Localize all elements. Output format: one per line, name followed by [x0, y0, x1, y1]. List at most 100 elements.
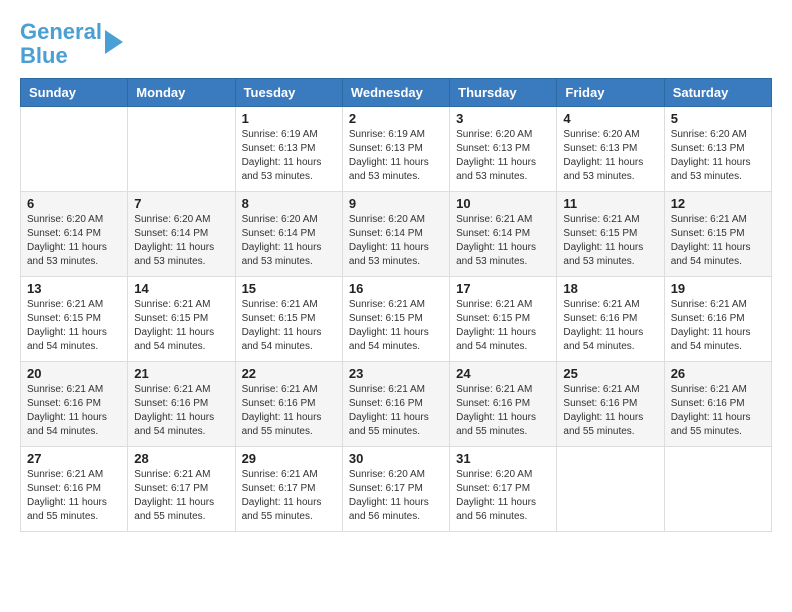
calendar-day-cell: 9 Sunrise: 6:20 AM Sunset: 6:14 PM Daylig…: [342, 192, 449, 277]
day-info: Sunrise: 6:21 AM Sunset: 6:16 PM Dayligh…: [563, 383, 657, 439]
calendar-day-cell: 28 Sunrise: 6:21 AM Sunset: 6:17 PM Dayli…: [128, 447, 235, 532]
weekday-header: Tuesday: [235, 79, 342, 107]
day-info: Sunrise: 6:21 AM Sunset: 6:16 PM Dayligh…: [563, 298, 657, 354]
calendar-day-cell: 6 Sunrise: 6:20 AM Sunset: 6:14 PM Daylig…: [21, 192, 128, 277]
day-number: 11: [563, 196, 657, 211]
day-number: 6: [27, 196, 121, 211]
calendar-day-cell: 5 Sunrise: 6:20 AM Sunset: 6:13 PM Daylig…: [664, 107, 771, 192]
day-number: 24: [456, 366, 550, 381]
calendar-day-cell: 16 Sunrise: 6:21 AM Sunset: 6:15 PM Dayli…: [342, 277, 449, 362]
day-number: 15: [242, 281, 336, 296]
day-info: Sunrise: 6:20 AM Sunset: 6:17 PM Dayligh…: [456, 468, 550, 524]
day-info: Sunrise: 6:20 AM Sunset: 6:17 PM Dayligh…: [349, 468, 443, 524]
day-number: 26: [671, 366, 765, 381]
day-info: Sunrise: 6:21 AM Sunset: 6:16 PM Dayligh…: [242, 383, 336, 439]
page-header: General Blue: [20, 20, 772, 68]
calendar-day-cell: [557, 447, 664, 532]
calendar-day-cell: 30Sunrise: 6:20 AM Sunset: 6:17 PM Dayli…: [342, 447, 449, 532]
day-number: 28: [134, 451, 228, 466]
day-info: Sunrise: 6:21 AM Sunset: 6:15 PM Dayligh…: [349, 298, 443, 354]
calendar-week-row: 13 Sunrise: 6:21 AM Sunset: 6:15 PM Dayli…: [21, 277, 772, 362]
day-number: 4: [563, 111, 657, 126]
day-info: Sunrise: 6:20 AM Sunset: 6:14 PM Dayligh…: [134, 213, 228, 269]
calendar-day-cell: 1 Sunrise: 6:19 AM Sunset: 6:13 PM Daylig…: [235, 107, 342, 192]
calendar-day-cell: 14Sunrise: 6:21 AM Sunset: 6:15 PM Dayli…: [128, 277, 235, 362]
logo: General Blue: [20, 20, 123, 68]
day-number: 13: [27, 281, 121, 296]
calendar-day-cell: 8 Sunrise: 6:20 AM Sunset: 6:14 PM Daylig…: [235, 192, 342, 277]
calendar-day-cell: 24 Sunrise: 6:21 AM Sunset: 6:16 PM Dayli…: [450, 362, 557, 447]
calendar-day-cell: 18 Sunrise: 6:21 AM Sunset: 6:16 PM Dayli…: [557, 277, 664, 362]
calendar-day-cell: 2Sunrise: 6:19 AM Sunset: 6:13 PM Daylig…: [342, 107, 449, 192]
logo-text-line2: Blue: [20, 44, 102, 68]
day-info: Sunrise: 6:21 AM Sunset: 6:16 PM Dayligh…: [27, 468, 121, 524]
day-info: Sunrise: 6:20 AM Sunset: 6:14 PM Dayligh…: [27, 213, 121, 269]
day-number: 1: [242, 111, 336, 126]
day-info: Sunrise: 6:21 AM Sunset: 6:15 PM Dayligh…: [456, 298, 550, 354]
weekday-header: Monday: [128, 79, 235, 107]
calendar-day-cell: 20 Sunrise: 6:21 AM Sunset: 6:16 PM Dayli…: [21, 362, 128, 447]
calendar-week-row: 6 Sunrise: 6:20 AM Sunset: 6:14 PM Daylig…: [21, 192, 772, 277]
calendar-week-row: 20 Sunrise: 6:21 AM Sunset: 6:16 PM Dayli…: [21, 362, 772, 447]
day-number: 22: [242, 366, 336, 381]
calendar-day-cell: 29Sunrise: 6:21 AM Sunset: 6:17 PM Dayli…: [235, 447, 342, 532]
calendar-day-cell: 22 Sunrise: 6:21 AM Sunset: 6:16 PM Dayli…: [235, 362, 342, 447]
day-info: Sunrise: 6:20 AM Sunset: 6:13 PM Dayligh…: [563, 128, 657, 184]
day-number: 16: [349, 281, 443, 296]
day-number: 20: [27, 366, 121, 381]
calendar-header: SundayMondayTuesdayWednesdayThursdayFrid…: [21, 79, 772, 107]
day-info: Sunrise: 6:19 AM Sunset: 6:13 PM Dayligh…: [242, 128, 336, 184]
day-info: Sunrise: 6:21 AM Sunset: 6:15 PM Dayligh…: [134, 298, 228, 354]
logo-text-line1: General: [20, 20, 102, 44]
calendar-day-cell: 13 Sunrise: 6:21 AM Sunset: 6:15 PM Dayli…: [21, 277, 128, 362]
calendar-day-cell: 21Sunrise: 6:21 AM Sunset: 6:16 PM Dayli…: [128, 362, 235, 447]
day-info: Sunrise: 6:20 AM Sunset: 6:13 PM Dayligh…: [456, 128, 550, 184]
calendar-day-cell: 26Sunrise: 6:21 AM Sunset: 6:16 PM Dayli…: [664, 362, 771, 447]
day-number: 7: [134, 196, 228, 211]
day-number: 29: [242, 451, 336, 466]
calendar-day-cell: [128, 107, 235, 192]
day-number: 12: [671, 196, 765, 211]
calendar-table: SundayMondayTuesdayWednesdayThursdayFrid…: [20, 78, 772, 532]
day-info: Sunrise: 6:21 AM Sunset: 6:16 PM Dayligh…: [456, 383, 550, 439]
day-number: 27: [27, 451, 121, 466]
calendar-day-cell: 15 Sunrise: 6:21 AM Sunset: 6:15 PM Dayli…: [235, 277, 342, 362]
day-info: Sunrise: 6:21 AM Sunset: 6:15 PM Dayligh…: [27, 298, 121, 354]
day-number: 31: [456, 451, 550, 466]
calendar-day-cell: 12 Sunrise: 6:21 AM Sunset: 6:15 PM Dayli…: [664, 192, 771, 277]
day-info: Sunrise: 6:21 AM Sunset: 6:16 PM Dayligh…: [349, 383, 443, 439]
day-info: Sunrise: 6:21 AM Sunset: 6:17 PM Dayligh…: [134, 468, 228, 524]
calendar-day-cell: 4 Sunrise: 6:20 AM Sunset: 6:13 PM Daylig…: [557, 107, 664, 192]
day-number: 9: [349, 196, 443, 211]
calendar-day-cell: 11Sunrise: 6:21 AM Sunset: 6:15 PM Dayli…: [557, 192, 664, 277]
day-info: Sunrise: 6:20 AM Sunset: 6:13 PM Dayligh…: [671, 128, 765, 184]
calendar-day-cell: 19 Sunrise: 6:21 AM Sunset: 6:16 PM Dayli…: [664, 277, 771, 362]
day-number: 19: [671, 281, 765, 296]
day-number: 17: [456, 281, 550, 296]
day-info: Sunrise: 6:21 AM Sunset: 6:14 PM Dayligh…: [456, 213, 550, 269]
day-info: Sunrise: 6:21 AM Sunset: 6:16 PM Dayligh…: [27, 383, 121, 439]
day-number: 5: [671, 111, 765, 126]
weekday-header: Saturday: [664, 79, 771, 107]
weekday-header: Sunday: [21, 79, 128, 107]
day-number: 25: [563, 366, 657, 381]
day-number: 23: [349, 366, 443, 381]
day-number: 18: [563, 281, 657, 296]
calendar-day-cell: [664, 447, 771, 532]
calendar-day-cell: 17 Sunrise: 6:21 AM Sunset: 6:15 PM Dayli…: [450, 277, 557, 362]
calendar-week-row: 1 Sunrise: 6:19 AM Sunset: 6:13 PM Daylig…: [21, 107, 772, 192]
day-number: 2: [349, 111, 443, 126]
day-number: 8: [242, 196, 336, 211]
day-number: 3: [456, 111, 550, 126]
day-info: Sunrise: 6:21 AM Sunset: 6:16 PM Dayligh…: [671, 298, 765, 354]
day-info: Sunrise: 6:20 AM Sunset: 6:14 PM Dayligh…: [349, 213, 443, 269]
calendar-day-cell: 3 Sunrise: 6:20 AM Sunset: 6:13 PM Daylig…: [450, 107, 557, 192]
day-info: Sunrise: 6:20 AM Sunset: 6:14 PM Dayligh…: [242, 213, 336, 269]
weekday-header: Friday: [557, 79, 664, 107]
day-info: Sunrise: 6:21 AM Sunset: 6:16 PM Dayligh…: [134, 383, 228, 439]
weekday-header: Wednesday: [342, 79, 449, 107]
day-info: Sunrise: 6:21 AM Sunset: 6:15 PM Dayligh…: [671, 213, 765, 269]
calendar-day-cell: 7 Sunrise: 6:20 AM Sunset: 6:14 PM Daylig…: [128, 192, 235, 277]
day-info: Sunrise: 6:21 AM Sunset: 6:15 PM Dayligh…: [242, 298, 336, 354]
weekday-header: Thursday: [450, 79, 557, 107]
